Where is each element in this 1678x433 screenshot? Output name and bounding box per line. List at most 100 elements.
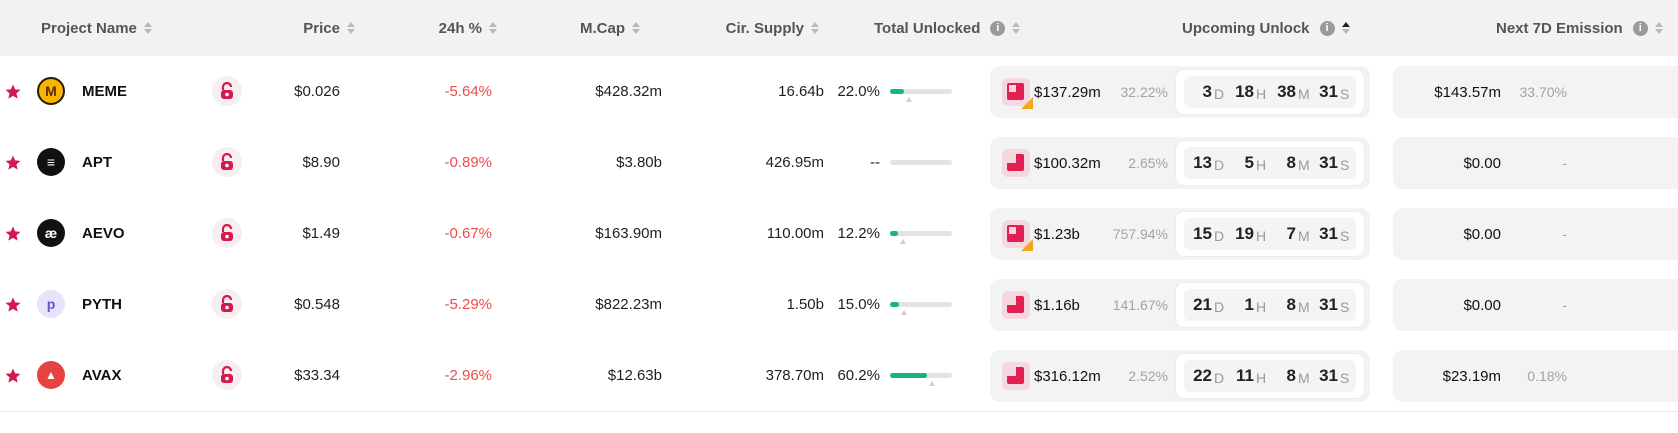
project-name[interactable]: AVAX: [82, 340, 182, 411]
unlock-percent: 2.65%: [1128, 155, 1168, 171]
table-row[interactable]: p PYTH $0.548 -5.29% $822.23m 1.50b 15.0% $1.16…: [0, 269, 1678, 341]
emission-card: $23.19m 0.18%: [1393, 350, 1678, 402]
change-24h-value: -0.67%: [444, 225, 492, 242]
price-value: $8.90: [302, 154, 340, 171]
countdown-hours: 1: [1244, 295, 1254, 314]
countdown-timer: 22 D 11 H 8 M 31 S: [1176, 354, 1364, 398]
emission-amount: $0.00: [1463, 225, 1501, 243]
change-24h-value: -0.89%: [444, 154, 492, 171]
price-value: $0.548: [294, 296, 340, 313]
unlock-type-icon: [1002, 220, 1033, 251]
pyth-logo-icon: p: [37, 290, 65, 318]
aptos-logo-icon: ≡: [37, 148, 65, 176]
seconds-unit: S: [1340, 156, 1350, 173]
logo-glyph: ▲: [45, 368, 57, 382]
table-row[interactable]: æ AEVO $1.49 -0.67% $163.90m 110.00m 12.2% $1.2…: [0, 198, 1678, 270]
lock-icon[interactable]: [212, 147, 242, 177]
seconds-unit: S: [1340, 369, 1350, 386]
column-header-project-name[interactable]: Project Name: [41, 0, 152, 56]
emission-amount: $23.19m: [1442, 367, 1501, 385]
meme-logo-icon: M: [37, 77, 65, 105]
favorite-star-icon[interactable]: [4, 127, 24, 198]
unlock-amount: $1.23b: [1034, 225, 1080, 243]
unlock-progress-bar: [890, 160, 952, 165]
column-header-total-unlocked[interactable]: Total Unlocked i: [874, 0, 1021, 56]
column-header-cir-supply[interactable]: Cir. Supply: [680, 0, 819, 56]
lock-icon[interactable]: [212, 76, 242, 106]
sort-icon[interactable]: [1341, 22, 1350, 34]
unlock-percent: 141.67%: [1112, 297, 1168, 313]
progress-marker-icon: [901, 310, 907, 315]
avalanche-logo-icon: ▲: [37, 361, 65, 389]
sort-icon[interactable]: [347, 22, 355, 34]
countdown-days: 13: [1193, 153, 1212, 172]
countdown-minutes: 8: [1286, 295, 1296, 314]
column-header-label: Upcoming Unlock: [1182, 19, 1310, 37]
total-unlocked-value: 15.0%: [837, 296, 880, 313]
upcoming-unlock-card[interactable]: $1.16b 141.67% 21 D 1 H 8 M 31 S: [990, 279, 1370, 331]
unlock-progress-bar: [890, 231, 952, 244]
unlock-progress-fill: [890, 231, 898, 236]
column-header-price[interactable]: Price: [250, 0, 355, 56]
table-row[interactable]: ≡ APT $8.90 -0.89% $3.80b 426.95m -- $100.32m 2.…: [0, 127, 1678, 199]
logo-glyph: p: [46, 296, 56, 312]
lock-icon[interactable]: [212, 289, 242, 319]
column-header-label: Total Unlocked: [874, 19, 981, 37]
total-unlocked-value: 12.2%: [837, 225, 880, 242]
countdown-inner: 15 D 19 H 7 M 31 S: [1184, 218, 1356, 250]
emission-amount: $0.00: [1463, 296, 1501, 314]
column-header-label: Cir. Supply: [725, 19, 804, 37]
countdown-days: 22: [1193, 366, 1212, 385]
project-name[interactable]: AEVO: [82, 198, 182, 269]
countdown-days: 15: [1193, 224, 1212, 243]
upcoming-unlock-card[interactable]: $137.29m 32.22% 3 D 18 H 38 M 31 S: [990, 66, 1370, 118]
countdown-hours: 19: [1235, 224, 1254, 243]
upcoming-unlock-card[interactable]: $100.32m 2.65% 13 D 5 H 8 M 31 S: [990, 137, 1370, 189]
info-icon[interactable]: i: [990, 20, 1006, 36]
unlock-progress-bar: [890, 373, 952, 386]
sort-icon[interactable]: [143, 22, 152, 34]
sort-icon[interactable]: [1012, 22, 1021, 34]
column-header-24h[interactable]: 24h %: [380, 0, 497, 56]
favorite-star-icon[interactable]: [4, 198, 24, 269]
favorite-star-icon[interactable]: [4, 269, 24, 340]
info-icon[interactable]: i: [1319, 20, 1335, 36]
countdown-timer: 15 D 19 H 7 M 31 S: [1176, 212, 1364, 256]
countdown-days: 3: [1202, 82, 1212, 101]
favorite-star-icon[interactable]: [4, 56, 24, 127]
project-name[interactable]: PYTH: [82, 269, 182, 340]
upcoming-unlock-card[interactable]: $1.23b 757.94% 15 D 19 H 7 M 31 S: [990, 208, 1370, 260]
sort-icon[interactable]: [489, 22, 497, 34]
unlock-type-icon: [1002, 78, 1033, 109]
column-header-label: Project Name: [41, 19, 137, 37]
unlock-type-icon: [1002, 149, 1030, 177]
column-header-mcap[interactable]: M.Cap: [520, 0, 640, 56]
table-row[interactable]: M MEME $0.026 -5.64% $428.32m 16.64b 22.0% $137…: [0, 56, 1678, 128]
countdown-minutes: 7: [1286, 224, 1296, 243]
column-header-next-7d-emission[interactable]: Next 7D Emission i: [1496, 0, 1663, 56]
countdown-inner: 13 D 5 H 8 M 31 S: [1184, 147, 1356, 179]
column-header-upcoming-unlock[interactable]: Upcoming Unlock i: [1182, 0, 1350, 56]
sort-icon[interactable]: [1654, 22, 1663, 34]
seconds-unit: S: [1340, 298, 1350, 315]
lock-icon[interactable]: [212, 360, 242, 390]
sort-icon[interactable]: [811, 22, 819, 34]
countdown-timer: 21 D 1 H 8 M 31 S: [1176, 283, 1364, 327]
emission-card: $143.57m 33.70%: [1393, 66, 1678, 118]
emission-amount: $143.57m: [1434, 83, 1501, 101]
table-row[interactable]: ▲ AVAX $33.34 -2.96% $12.63b 378.70m 60.2% $316…: [0, 340, 1678, 412]
project-name[interactable]: APT: [82, 127, 182, 198]
lock-icon[interactable]: [212, 218, 242, 248]
favorite-star-icon[interactable]: [4, 340, 24, 411]
market-cap-value: $822.23m: [595, 296, 662, 313]
countdown-seconds: 31: [1319, 295, 1338, 314]
project-name[interactable]: MEME: [82, 56, 182, 127]
sort-icon[interactable]: [632, 22, 640, 34]
info-icon[interactable]: i: [1632, 20, 1648, 36]
countdown-inner: 3 D 18 H 38 M 31 S: [1184, 76, 1356, 108]
countdown-seconds: 31: [1319, 153, 1338, 172]
market-cap-value: $163.90m: [595, 225, 662, 242]
countdown-minutes: 38: [1277, 82, 1296, 101]
upcoming-unlock-card[interactable]: $316.12m 2.52% 22 D 11 H 8 M 31 S: [990, 350, 1370, 402]
change-24h-value: -2.96%: [444, 367, 492, 384]
